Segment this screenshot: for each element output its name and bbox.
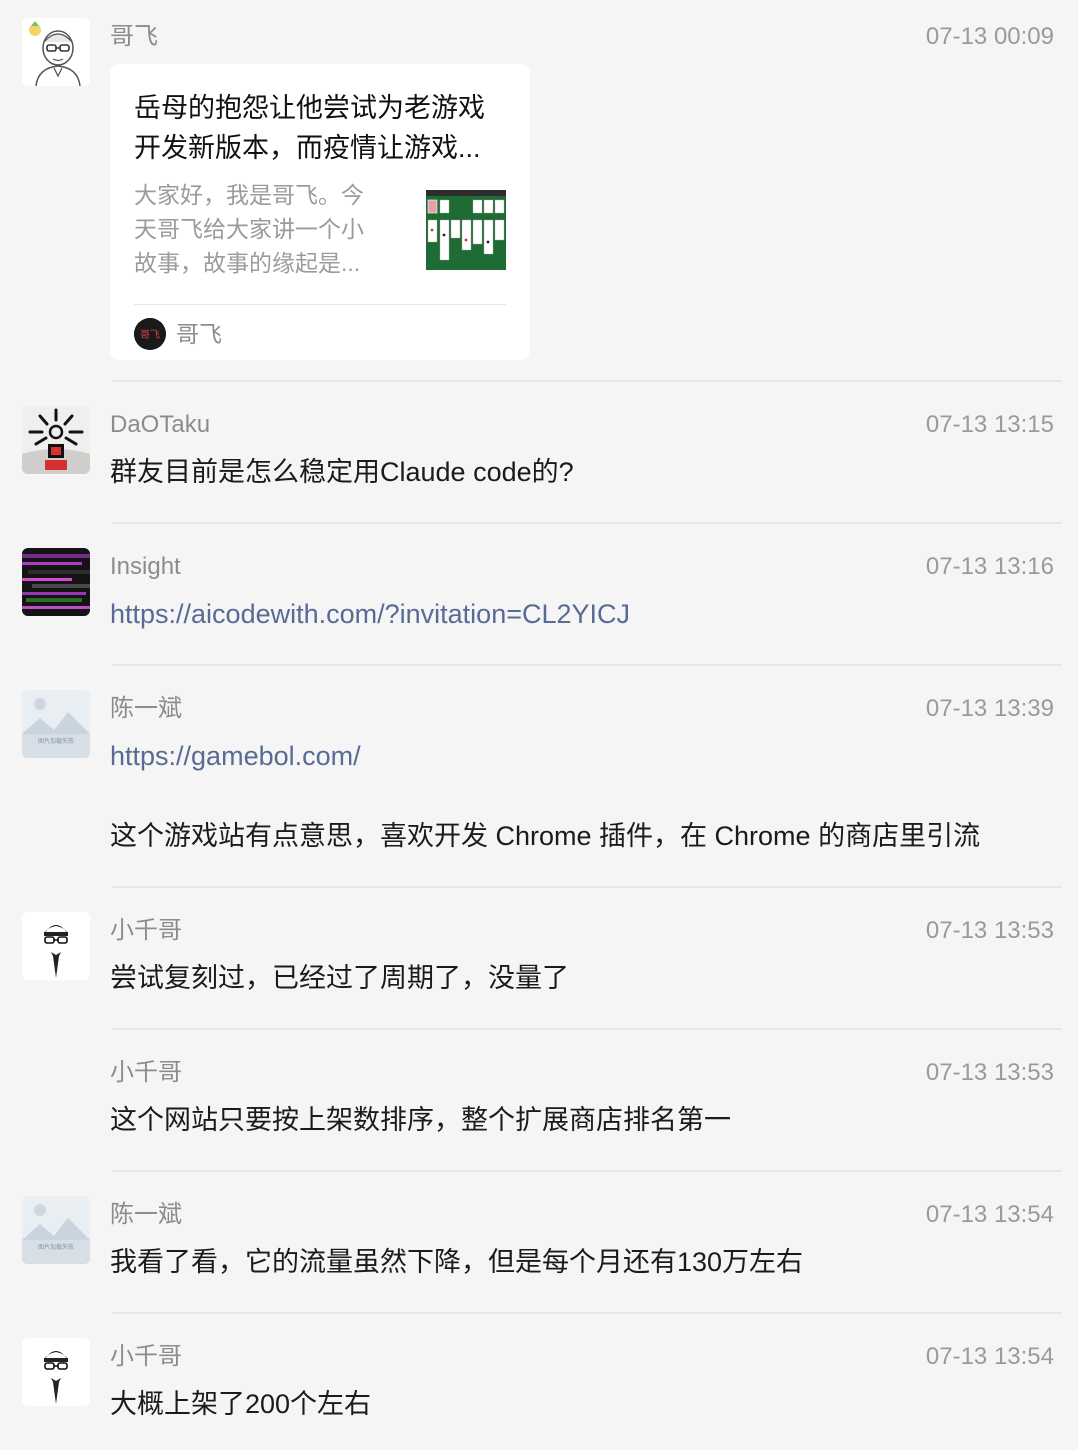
message-divider — [112, 886, 1062, 888]
article-desc-line: 故事，故事的缘起是... — [134, 250, 361, 276]
message-timestamp: 07-13 13:54 — [925, 1201, 1054, 1228]
message-timestamp: 07-13 13:15 — [925, 411, 1054, 438]
cartoon-man-with-glasses-avatar[interactable] — [22, 18, 90, 86]
message-text: 群友目前是怎么稳定用Claude code的? — [110, 457, 574, 487]
message-link[interactable]: https://aicodewith.com/?invitation=CL2YI… — [110, 594, 630, 634]
article-card[interactable]: 岳母的抱怨让他尝试为老游戏 开发新版本，而疫情让游戏... 大家好，我是哥飞。今… — [110, 64, 530, 360]
article-title-line: 岳母的抱怨让他尝试为老游戏 — [134, 93, 485, 123]
sender-name[interactable]: 陈一斌 — [110, 692, 182, 726]
message-timestamp: 07-13 13:53 — [925, 1059, 1054, 1086]
message-timestamp: 07-13 13:39 — [925, 695, 1054, 722]
message-item: 小千哥 07-13 13:53 这个网站只要按上架数排序，整个扩展商店排名第一 — [0, 1036, 1078, 1172]
image-placeholder-avatar[interactable]: 图片加载失败 — [22, 690, 90, 758]
sender-name[interactable]: Insight — [110, 550, 181, 584]
message-item: 小千哥 07-13 13:53 尝试复刻过，已经过了周期了，没量了 — [0, 894, 1078, 1030]
message-timestamp: 07-13 13:16 — [925, 553, 1054, 580]
man-in-suit-avatar[interactable] — [22, 1338, 90, 1406]
sender-name[interactable]: 小千哥 — [110, 1056, 182, 1090]
avatar-caption: 图片加载失败 — [38, 737, 74, 745]
card-divider — [134, 304, 506, 305]
article-title: 岳母的抱怨让他尝试为老游戏 开发新版本，而疫情让游戏... — [134, 88, 514, 168]
message-text: 我看了看，它的流量虽然下降，但是每个月还有130万左右 — [110, 1247, 804, 1277]
message-item: DaOTaku 07-13 13:15 群友目前是怎么稳定用Claude cod… — [0, 388, 1078, 524]
solitaire-cards-thumbnail — [426, 190, 506, 270]
message-timestamp: 07-13 13:54 — [925, 1343, 1054, 1370]
image-placeholder-avatar[interactable]: 图片加载失败 — [22, 1196, 90, 1264]
message-text: 这个网站只要按上架数排序，整个扩展商店排名第一 — [110, 1105, 731, 1135]
logo-lettering: 哥飞 — [140, 329, 160, 341]
article-desc-line: 天哥飞给大家讲一个小 — [134, 216, 364, 242]
sender-name[interactable]: 小千哥 — [110, 1340, 182, 1374]
avatar-caption: 图片加载失败 — [38, 1243, 74, 1251]
message-link[interactable]: https://gamebol.com/ — [110, 736, 361, 776]
message-divider — [112, 380, 1062, 382]
glitch-stripes-avatar[interactable] — [22, 548, 90, 616]
message-text: 尝试复刻过，已经过了周期了，没量了 — [110, 963, 569, 993]
man-in-suit-avatar[interactable] — [22, 912, 90, 980]
article-source-name: 哥飞 — [176, 321, 222, 347]
message-item: 哥飞 07-13 00:09 岳母的抱怨让他尝试为老游戏 开发新版本，而疫情让游… — [0, 0, 1078, 382]
message-text: 这个游戏站有点意思，喜欢开发 Chrome 插件，在 Chrome 的商店里引流 — [110, 821, 981, 851]
starburst-face-avatar[interactable] — [22, 406, 90, 474]
message-divider — [112, 1028, 1062, 1030]
chat-message-list: 哥飞 07-13 00:09 岳母的抱怨让他尝试为老游戏 开发新版本，而疫情让游… — [0, 0, 1078, 1450]
message-timestamp: 07-13 13:53 — [925, 917, 1054, 944]
sender-name[interactable]: 小千哥 — [110, 914, 182, 948]
message-item: 小千哥 07-13 13:54 大概上架了200个左右 — [0, 1320, 1078, 1450]
sender-name[interactable]: 陈一斌 — [110, 1198, 182, 1232]
message-divider — [112, 1170, 1062, 1172]
message-divider — [112, 664, 1062, 666]
message-timestamp: 07-13 00:09 — [925, 23, 1054, 50]
message-text: 大概上架了200个左右 — [110, 1389, 372, 1419]
article-description: 大家好，我是哥飞。今 天哥飞给大家讲一个小 故事，故事的缘起是... — [134, 178, 394, 280]
sender-name[interactable]: DaOTaku — [110, 408, 210, 442]
sender-name[interactable]: 哥飞 — [110, 20, 158, 54]
message-divider — [112, 1312, 1062, 1314]
article-desc-line: 大家好，我是哥飞。今 — [134, 182, 364, 208]
message-divider — [112, 522, 1062, 524]
message-item: 图片加载失败 陈一斌 07-13 13:39 https://gamebol.c… — [0, 672, 1078, 888]
message-item: Insight 07-13 13:16 https://aicodewith.c… — [0, 530, 1078, 666]
message-item: 图片加载失败 陈一斌 07-13 13:54 我看了看，它的流量虽然下降，但是每… — [0, 1178, 1078, 1314]
article-title-line: 开发新版本，而疫情让游戏... — [134, 133, 481, 163]
official-account-logo-icon: 哥飞 — [134, 318, 166, 350]
